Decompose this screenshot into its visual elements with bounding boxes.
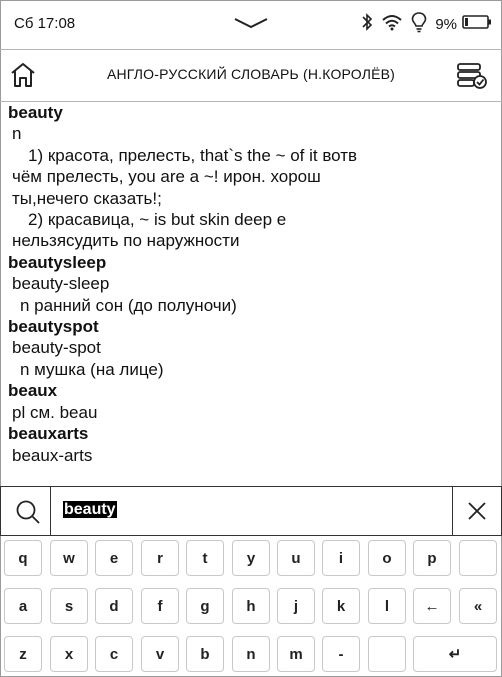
battery-icon [462, 14, 492, 35]
key-v[interactable]: v [141, 636, 179, 672]
key-n[interactable]: n [232, 636, 270, 672]
key-q[interactable]: q [4, 540, 42, 576]
entry-line: 2) красавица, ~ is but skin deep е [28, 210, 287, 230]
divider [50, 487, 51, 535]
key-x[interactable]: x [50, 636, 88, 672]
key-blank-1[interactable] [459, 540, 497, 576]
key-blank-2[interactable] [368, 636, 406, 672]
search-input-value: beauty [63, 501, 117, 518]
entry-line: beaux-arts [12, 445, 93, 465]
entry: beaux pl см. beau [8, 380, 498, 423]
entry-headword[interactable]: beauxarts [8, 423, 498, 444]
key-u[interactable]: u [277, 540, 315, 576]
enter-key[interactable]: ↵ [413, 636, 497, 672]
entry-line: beauty-spot [12, 338, 101, 358]
home-icon[interactable] [8, 60, 38, 90]
search-icon[interactable] [15, 499, 41, 530]
frontlight-icon [411, 11, 427, 38]
key-p[interactable]: p [413, 540, 451, 576]
entry: beauxarts beaux-arts [8, 423, 498, 466]
status-bar: Сб 17:08 9% [0, 0, 502, 50]
entry-line: ты,нечего сказать!; [12, 188, 162, 208]
entry-line: beauty-sleep [12, 274, 110, 294]
wifi-icon [381, 13, 403, 36]
search-bar: beauty [0, 486, 502, 536]
key-z[interactable]: z [4, 636, 42, 672]
key-e[interactable]: e [95, 540, 133, 576]
entry: beautyspot beauty-spot n мушка (на лице) [8, 316, 498, 380]
delete-word-key[interactable]: « [459, 588, 497, 624]
on-screen-keyboard: q w e r t y u i o p a s d f g h j k l ← … [0, 536, 502, 677]
entry-line: n мушка (на лице) [20, 359, 164, 379]
page-title: АНГЛО-РУССКИЙ СЛОВАРЬ (Н.КОРОЛЁВ) [106, 66, 396, 82]
entry-headword[interactable]: beauty [8, 102, 498, 123]
entry-line: n [12, 124, 22, 144]
entry: beautysleep beauty-sleep n ранний сон (д… [8, 252, 498, 316]
backspace-key[interactable]: ← [413, 588, 451, 624]
key-j[interactable]: j [277, 588, 315, 624]
status-icons: 9% [361, 11, 492, 38]
app-header: АНГЛО-РУССКИЙ СЛОВАРЬ (Н.КОРОЛЁВ) [0, 50, 502, 102]
entry: beauty n 1) красота, прелесть, that`s th… [8, 102, 498, 252]
entry-line: нельзясудить по наружности [12, 231, 240, 251]
search-input[interactable]: beauty [63, 501, 117, 519]
key-s[interactable]: s [50, 588, 88, 624]
entry-headword[interactable]: beaux [8, 380, 498, 401]
chevron-down-icon[interactable] [233, 16, 269, 35]
battery-percent: 9% [435, 15, 457, 33]
key-l[interactable]: l [368, 588, 406, 624]
entry-line: pl см. beau [12, 402, 98, 422]
close-icon[interactable] [467, 501, 487, 526]
key-a[interactable]: a [4, 588, 42, 624]
key-t[interactable]: t [186, 540, 224, 576]
entry-headword[interactable]: beautyspot [8, 316, 498, 337]
key-f[interactable]: f [141, 588, 179, 624]
key-c[interactable]: c [95, 636, 133, 672]
key-m[interactable]: m [277, 636, 315, 672]
key-h[interactable]: h [232, 588, 270, 624]
key-hyphen[interactable]: - [322, 636, 360, 672]
key-r[interactable]: r [141, 540, 179, 576]
entry-line: чём прелесть, you are a ~! ирон. хорош [12, 167, 321, 187]
bluetooth-icon [361, 12, 373, 37]
key-k[interactable]: k [322, 588, 360, 624]
divider [452, 487, 453, 535]
entry-line: n ранний сон (до полуночи) [20, 295, 237, 315]
key-o[interactable]: o [368, 540, 406, 576]
key-d[interactable]: d [95, 588, 133, 624]
dictionary-article: beauty n 1) красота, прелесть, that`s th… [8, 102, 498, 484]
key-b[interactable]: b [186, 636, 224, 672]
status-time: Сб 17:08 [14, 15, 76, 32]
key-y[interactable]: y [232, 540, 270, 576]
key-w[interactable]: w [50, 540, 88, 576]
entry-headword[interactable]: beautysleep [8, 252, 498, 273]
entry-line: 1) красота, прелесть, that`s the ~ of it… [28, 145, 358, 165]
dictionary-select-icon[interactable] [456, 60, 488, 90]
key-i[interactable]: i [322, 540, 360, 576]
key-g[interactable]: g [186, 588, 224, 624]
